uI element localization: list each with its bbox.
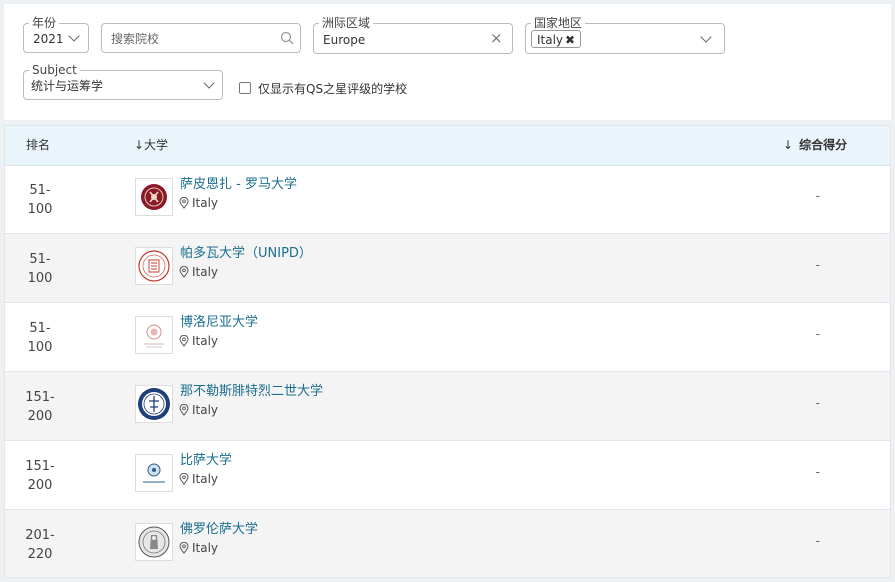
country-text: Italy bbox=[192, 196, 219, 210]
rank-start: 51- bbox=[29, 183, 51, 198]
university-logo bbox=[135, 454, 173, 492]
filter-panel: 年份 2021 搜索院校 洲际区域 Europe × 国家地区 Italy ✖ S… bbox=[4, 4, 891, 120]
university-name-link[interactable]: 那不勒斯腓特烈二世大学 bbox=[180, 383, 323, 400]
chevron-down-icon bbox=[203, 77, 215, 89]
rank-start: 201- bbox=[25, 528, 55, 543]
university-logo bbox=[135, 178, 173, 216]
university-header[interactable]: ↓大学 bbox=[134, 137, 168, 153]
rank-end: 100 bbox=[27, 202, 53, 217]
score-cell: - bbox=[815, 258, 820, 272]
region-label: 洲际区域 bbox=[319, 15, 374, 31]
university-country: Italy bbox=[179, 471, 218, 488]
university-name-link[interactable]: 佛罗伦萨大学 bbox=[180, 521, 258, 538]
rank-end: 200 bbox=[27, 478, 53, 493]
location-pin-icon bbox=[179, 403, 189, 416]
rank-cell: 151- 200 bbox=[20, 388, 60, 426]
university-logo bbox=[135, 247, 173, 285]
country-label: 国家地区 bbox=[531, 15, 586, 31]
rank-end: 100 bbox=[27, 340, 53, 355]
rank-start: 51- bbox=[29, 321, 51, 336]
rank-cell: 201- 220 bbox=[20, 526, 60, 564]
rank-end: 100 bbox=[27, 271, 53, 286]
table-row[interactable]: 51- 100 博洛尼亚大学 Italy - bbox=[5, 303, 890, 372]
search-placeholder: 搜索院校 bbox=[111, 32, 160, 46]
university-country: Italy bbox=[179, 402, 218, 419]
university-logo bbox=[135, 316, 173, 354]
university-name-link[interactable]: 博洛尼亚大学 bbox=[180, 314, 258, 331]
region-select[interactable]: 洲际区域 Europe × bbox=[313, 15, 513, 54]
rank-cell: 151- 200 bbox=[20, 457, 60, 495]
country-text: Italy bbox=[192, 541, 219, 555]
university-country: Italy bbox=[179, 195, 218, 212]
university-logo bbox=[135, 523, 173, 561]
table-row[interactable]: 51- 100 萨皮恩扎 - 罗马大学 Italy - bbox=[5, 165, 890, 234]
subject-select[interactable]: Subject 统计与运筹学 bbox=[23, 62, 223, 100]
location-pin-icon bbox=[179, 334, 189, 347]
score-cell: - bbox=[815, 189, 820, 203]
qs-stars-checkbox[interactable] bbox=[239, 82, 251, 94]
country-chip[interactable]: Italy ✖ bbox=[531, 30, 582, 48]
university-country: Italy bbox=[179, 333, 218, 350]
university-country: Italy bbox=[179, 264, 218, 281]
table-header: 排名 ↓大学 ↓ 综合得分 bbox=[5, 126, 890, 166]
country-text: Italy bbox=[192, 403, 219, 417]
year-label: 年份 bbox=[29, 15, 60, 31]
rank-start: 151- bbox=[25, 459, 55, 474]
score-cell: - bbox=[815, 465, 820, 479]
university-name-link[interactable]: 帕多瓦大学（UNIPD） bbox=[180, 245, 312, 262]
rank-start: 151- bbox=[25, 390, 55, 405]
school-search-input[interactable]: 搜索院校 bbox=[101, 23, 301, 53]
location-pin-icon bbox=[179, 472, 189, 485]
country-text: Italy bbox=[192, 265, 219, 279]
table-row[interactable]: 51- 100 帕多瓦大学（UNIPD） Italy - bbox=[5, 234, 890, 303]
score-header-label: 综合得分 bbox=[799, 138, 848, 152]
table-row[interactable]: 201- 220 佛罗伦萨大学 Italy - bbox=[5, 510, 890, 577]
university-logo bbox=[135, 385, 173, 423]
country-text: Italy bbox=[192, 334, 219, 348]
country-chip-label: Italy bbox=[537, 33, 564, 47]
rank-cell: 51- 100 bbox=[20, 181, 60, 219]
rank-header[interactable]: 排名 bbox=[26, 137, 50, 153]
search-icon bbox=[280, 31, 294, 45]
rank-cell: 51- 100 bbox=[20, 250, 60, 288]
year-select[interactable]: 年份 2021 bbox=[23, 15, 89, 53]
table-row[interactable]: 151- 200 那不勒斯腓特烈二世大学 Italy - bbox=[5, 372, 890, 441]
score-cell: - bbox=[815, 327, 820, 341]
score-cell: - bbox=[815, 396, 820, 410]
rank-cell: 51- 100 bbox=[20, 319, 60, 357]
rank-end: 220 bbox=[27, 547, 53, 562]
university-name-link[interactable]: 萨皮恩扎 - 罗马大学 bbox=[180, 176, 297, 193]
score-header[interactable]: ↓ 综合得分 bbox=[783, 137, 847, 153]
qs-stars-label: 仅显示有QS之星评级的学校 bbox=[258, 82, 408, 96]
chevron-down-icon bbox=[68, 30, 80, 42]
location-pin-icon bbox=[179, 196, 189, 209]
location-pin-icon bbox=[179, 541, 189, 554]
year-value: 2021 bbox=[33, 32, 64, 46]
ranking-table: 排名 ↓大学 ↓ 综合得分 51- 100 萨皮恩扎 - 罗马大学 Italy - … bbox=[4, 125, 891, 578]
country-select[interactable]: 国家地区 Italy ✖ bbox=[525, 15, 725, 54]
location-pin-icon bbox=[179, 265, 189, 278]
university-name-link[interactable]: 比萨大学 bbox=[180, 452, 232, 469]
table-row[interactable]: 151- 200 比萨大学 Italy - bbox=[5, 441, 890, 510]
chevron-down-icon bbox=[700, 31, 712, 43]
sort-arrow-icon: ↓ bbox=[783, 138, 794, 152]
score-cell: - bbox=[815, 534, 820, 548]
subject-label: Subject bbox=[29, 62, 80, 78]
rank-start: 51- bbox=[29, 252, 51, 267]
remove-chip-icon[interactable]: ✖ bbox=[565, 33, 575, 47]
university-country: Italy bbox=[179, 540, 218, 557]
subject-value: 统计与运筹学 bbox=[31, 79, 104, 93]
clear-region-icon[interactable]: × bbox=[490, 29, 503, 47]
country-text: Italy bbox=[192, 472, 219, 486]
region-value: Europe bbox=[323, 33, 366, 47]
rank-end: 200 bbox=[27, 409, 53, 424]
